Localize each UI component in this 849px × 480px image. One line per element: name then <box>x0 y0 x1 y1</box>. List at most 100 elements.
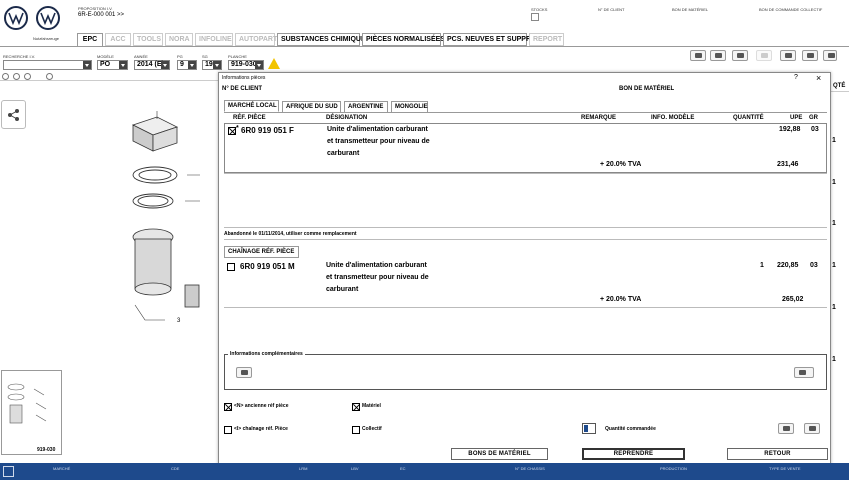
col-ref: RÉF. PIÈCE <box>233 115 266 121</box>
sg-select[interactable]: 19 <box>202 60 222 70</box>
proposition-value[interactable]: 6R-E-000 001 >> <box>78 12 124 18</box>
tab-chainage[interactable]: CHAÎNAGE RÉF. PIÈCE <box>224 246 299 258</box>
printer-icon <box>783 426 790 431</box>
zoom-in-icon[interactable] <box>2 73 9 80</box>
tab-marche-local[interactable]: MARCHÉ LOCAL <box>224 100 279 112</box>
ancienne-ref-checkbox[interactable] <box>224 403 232 411</box>
footer-label: MARCHÉ <box>53 466 71 471</box>
list-button[interactable] <box>780 50 796 61</box>
print-button[interactable] <box>690 50 706 61</box>
part2-tva-label: + 20.0% TVA <box>600 296 642 303</box>
vw-logo-icon <box>40 12 56 26</box>
part2-designation: carburant <box>326 286 359 293</box>
thumbnail-panel[interactable]: 919-030 <box>1 370 62 455</box>
part1-designation: carburant <box>327 150 360 157</box>
notice-divider <box>224 239 827 240</box>
chainage-label: <I> chaînage réf. Pièce <box>234 426 288 432</box>
planche-select[interactable]: 919-030 <box>228 60 264 70</box>
car-icon <box>737 53 744 58</box>
help-button[interactable]: ? <box>794 74 798 81</box>
tab-rule <box>0 46 849 47</box>
zoom-reset-icon[interactable] <box>24 73 31 80</box>
search-select[interactable] <box>3 60 92 70</box>
tab-pcs-neuves[interactable]: PCS. NEUVES ET SUPPR. <box>443 33 533 46</box>
printer-icon <box>695 53 702 58</box>
col-info-modele: INFO. MODÈLE <box>651 115 695 121</box>
tab-divider <box>224 112 827 113</box>
tab-report[interactable]: REPORT <box>529 33 564 46</box>
close-icon[interactable]: × <box>816 73 821 83</box>
tab-pieces-normalisees[interactable]: PIÈCES NORMALISÉES <box>362 33 445 46</box>
part2-ref: 6R0 919 051 M <box>240 262 295 271</box>
chevron-down-icon <box>188 61 196 69</box>
part2-quantite: 1 <box>760 262 764 269</box>
callout-3[interactable]: 3 <box>177 318 180 324</box>
share-button[interactable] <box>1 100 26 129</box>
sg-value: 19 <box>205 61 213 68</box>
part2-divider <box>224 307 827 308</box>
stocks-checkbox[interactable] <box>531 13 539 21</box>
user-icon <box>715 53 722 58</box>
print-order-button[interactable] <box>778 423 794 434</box>
model-value: PO <box>100 61 111 68</box>
part1-gr: 03 <box>811 126 819 133</box>
share-icon <box>8 109 19 121</box>
info-comp-button[interactable] <box>236 367 252 378</box>
chainage-checkbox[interactable] <box>224 426 232 434</box>
info-comp-zoom-button[interactable] <box>794 367 814 378</box>
planche-value: 919-030 <box>231 61 257 68</box>
pg-select[interactable]: 9 <box>177 60 197 70</box>
client-label: N° DE CLIENT <box>598 7 625 12</box>
planche-label: PLANCHE <box>228 54 247 59</box>
tab-epc[interactable]: EPC <box>77 33 103 47</box>
quantity-label: Quantité commandée <box>605 426 656 432</box>
zoom-out-icon[interactable] <box>13 73 20 80</box>
col-remarque: REMARQUE <box>581 115 617 121</box>
col-quantite: QUANTITÉ <box>733 115 764 121</box>
part1-row[interactable]: * 6R0 919 051 F Unite d'alimentation car… <box>224 123 827 173</box>
collectif-label: Collectif <box>362 426 382 432</box>
part1-ref: 6R0 919 051 F <box>241 126 294 135</box>
reprendre-button[interactable]: REPRENDRE <box>582 448 685 460</box>
part2-designation: Unite d'alimentation carburant <box>326 262 427 269</box>
thumbnail-label: 919-030 <box>37 447 56 453</box>
edit-order-button[interactable] <box>804 423 820 434</box>
tab-acc[interactable]: ACC <box>105 33 131 46</box>
brand-text: Nutzfahrzeuge <box>33 36 60 41</box>
bon-materiel-label: BON DE MATÉRIEL <box>672 7 709 12</box>
exploded-parts-drawing[interactable] <box>105 105 218 345</box>
doc-button[interactable] <box>802 50 818 61</box>
quantity-caret <box>584 425 588 432</box>
bons-materiel-button[interactable]: BONS DE MATÉRIEL <box>451 448 548 460</box>
col-upe: UPE <box>790 115 803 121</box>
display-button[interactable] <box>756 50 772 61</box>
col-gr: GR <box>809 115 818 121</box>
qte-value: 1 <box>832 262 836 269</box>
collectif-checkbox[interactable] <box>352 426 360 434</box>
chevron-down-icon <box>83 61 91 69</box>
edit-button[interactable] <box>823 50 837 61</box>
user-button[interactable] <box>710 50 726 61</box>
part2-checkbox[interactable] <box>227 263 235 271</box>
tab-substances[interactable]: SUBSTANCES CHIMIQUES <box>277 33 370 46</box>
car-button[interactable] <box>732 50 748 61</box>
vw-logo <box>4 6 28 30</box>
tab-autopart[interactable]: AUTOPART <box>235 33 277 46</box>
retour-button[interactable]: RETOUR <box>727 448 828 460</box>
zoom-fit-icon[interactable] <box>46 73 53 80</box>
warning-icon[interactable] <box>268 58 280 69</box>
materiel-checkbox[interactable] <box>352 403 360 411</box>
part1-checkbox[interactable] <box>228 127 236 135</box>
quantity-input[interactable] <box>582 423 596 434</box>
model-select[interactable]: PO <box>97 60 128 70</box>
tab-nora[interactable]: NORA <box>165 33 193 46</box>
tab-tools[interactable]: TOOLS <box>133 33 163 46</box>
footer-label: CDE <box>171 466 180 471</box>
tab-infoline[interactable]: INFOLINE <box>195 33 233 46</box>
zoom-icon <box>799 370 806 375</box>
year-select[interactable]: 2014 (E) <box>134 60 170 70</box>
part2-gr: 03 <box>810 262 818 269</box>
qte-column-header: QTÉ <box>833 83 846 89</box>
edit-icon <box>828 53 835 58</box>
part2-designation: et transmetteur pour niveau de <box>326 274 429 281</box>
